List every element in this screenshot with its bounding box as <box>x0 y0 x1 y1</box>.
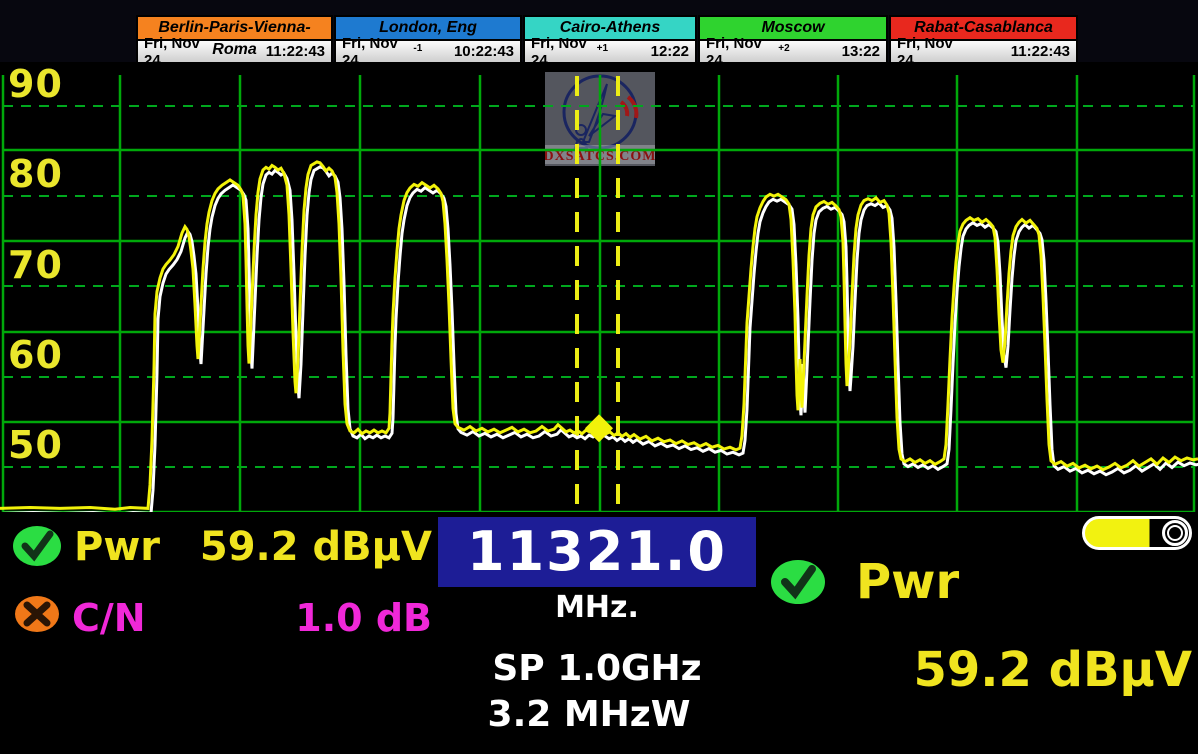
span-readout: SP 1.0GHz <box>438 648 756 689</box>
clock-utc-offset: +2 <box>778 44 789 54</box>
toggle-switch[interactable] <box>1082 516 1192 550</box>
pwr2-value: 59.2 dBµV <box>756 642 1192 698</box>
clock-utc-offset: +1 <box>597 44 608 54</box>
pwr2-ok-icon <box>770 558 826 606</box>
clock-cell-berlin: Berlin-Paris-Vienna-Roma Fri, Nov 24 11:… <box>136 15 333 64</box>
pwr-label: Pwr <box>74 524 160 570</box>
y-axis-label-80: 80 <box>8 152 68 196</box>
spectrum-plot <box>0 62 1198 512</box>
frequency-display: 11321.0 <box>438 517 756 587</box>
pwr2-label: Pwr <box>856 554 959 610</box>
y-axis-label-50: 50 <box>8 423 68 467</box>
clock-time-row: Fri, Nov 24 +213:22 <box>700 41 886 62</box>
bandwidth-readout: 3.2 MHzW <box>430 694 748 735</box>
clock-utc-offset: -1 <box>413 44 422 54</box>
y-axis-label-70: 70 <box>8 243 68 287</box>
clock-time-value: 11:22:43 <box>1011 43 1070 60</box>
clock-cell-moscow: Moscow Fri, Nov 24 +213:22 <box>698 15 888 64</box>
cn-value: 1.0 dB <box>170 596 432 640</box>
cn-label: C/N <box>72 596 146 640</box>
spectrum-display: DXSATCS.COM 90 80 70 60 50 <box>0 62 1198 512</box>
toggle-knob-icon[interactable] <box>1162 520 1188 546</box>
pwr-ok-icon <box>12 524 62 568</box>
cn-fail-icon <box>14 594 60 634</box>
clock-time-value: 11:22:43 <box>266 43 325 60</box>
clock-cell-rabat: Rabat-Casablanca Fri, Nov 24 11:22:43 <box>889 15 1078 64</box>
clock-time-row: Fri, Nov 24 -110:22:43 <box>336 41 520 62</box>
clock-cell-cairo: Cairo-Athens Fri, Nov 24 +112:22 <box>523 15 697 64</box>
clock-time-value: 13:22 <box>842 43 880 60</box>
satmeter-screen: Berlin-Paris-Vienna-Roma Fri, Nov 24 11:… <box>0 0 1198 754</box>
clock-time-row: Fri, Nov 24 11:22:43 <box>891 41 1076 62</box>
y-axis-label-90: 90 <box>8 62 68 106</box>
world-clock-row: Berlin-Paris-Vienna-Roma Fri, Nov 24 11:… <box>136 15 1079 64</box>
frequency-unit: MHz. <box>438 590 756 625</box>
clock-time-row: Fri, Nov 24 +112:22 <box>525 41 695 62</box>
clock-time-value: 12:22 <box>651 43 689 60</box>
clock-cell-london: London, Eng Fri, Nov 24 -110:22:43 <box>334 15 522 64</box>
pwr-value: 59.2 dBµV <box>170 524 432 570</box>
clock-time-row: Fri, Nov 24 11:22:43 <box>138 41 331 62</box>
y-axis-label-60: 60 <box>8 333 68 377</box>
clock-time-value: 10:22:43 <box>454 43 514 60</box>
